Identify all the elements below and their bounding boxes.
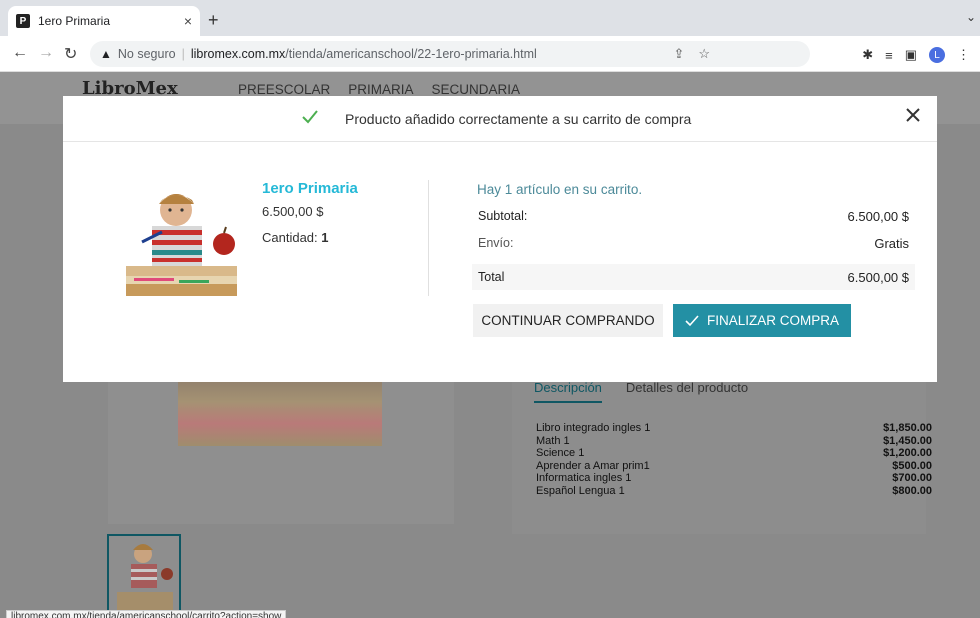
nav-preescolar[interactable]: PREESCOLAR [238, 82, 330, 97]
browser-tabbar: P 1ero Primaria × + ⌄ [0, 0, 980, 36]
shipping-label: Envío: [478, 236, 514, 250]
tab-search-chevron-icon[interactable]: ⌄ [966, 10, 976, 24]
total-value: 6.500,00 $ [847, 269, 909, 285]
checkout-check-icon [685, 314, 699, 326]
tab-title: 1ero Primaria [38, 14, 111, 28]
total-row: Total 6.500,00 $ [472, 264, 915, 290]
book-name: Aprender a Amar prim1 [536, 459, 650, 472]
forward-arrow-icon[interactable]: → [38, 44, 54, 62]
url-separator: | [181, 47, 185, 61]
browser-toolbar: ← → ↻ ▲ No seguro | libromex.com.mx /tie… [0, 36, 980, 72]
cart-count-text: Hay 1 artículo en su carrito. [477, 182, 643, 197]
book-name: Informatica ingles 1 [536, 472, 632, 484]
subtotal-value: 6.500,00 $ [847, 208, 909, 224]
product-photo [178, 372, 382, 446]
checkout-button[interactable]: FINALIZAR COMPRA [673, 304, 851, 337]
vertical-divider [428, 180, 429, 296]
tab-descripcion[interactable]: Descripción [534, 380, 602, 403]
book-price: $1,450.00 [883, 434, 932, 447]
subtotal-label: Subtotal: [478, 209, 528, 223]
bookmark-star-icon[interactable]: ☆ [698, 46, 710, 62]
book-row: Libro integrado ingles 1 $1,850.00 [536, 422, 932, 435]
quantity-value: 1 [321, 230, 329, 245]
status-bar-url: libromex.com.mx/tienda/americanschool/ca… [6, 610, 287, 618]
product-image [124, 180, 239, 296]
product-price: 6.500,00 $ [262, 204, 324, 219]
modal-header: Producto añadido correctamente a su carr… [63, 96, 937, 142]
book-list: Libro integrado ingles 1 $1,850.00 Math 1… [536, 422, 932, 497]
warning-icon: ▲ [100, 47, 112, 61]
book-price: $500.00 [892, 459, 932, 472]
nav-primaria[interactable]: PRIMARIA [348, 82, 413, 97]
profile-avatar-icon[interactable]: L [929, 47, 945, 63]
book-row: Math 1 $1,450.00 [536, 435, 932, 448]
security-label: No seguro [117, 47, 176, 61]
book-name: Math 1 [536, 434, 570, 447]
media-queue-icon[interactable]: ≡ [885, 48, 893, 63]
quantity-label: Cantidad: [262, 230, 318, 245]
book-price: $1,200.00 [883, 447, 932, 459]
shipping-value: Gratis [874, 235, 909, 251]
new-tab-icon[interactable]: + [208, 10, 219, 31]
book-row: Informatica ingles 1 $700.00 [536, 472, 932, 485]
book-row: Science 1 $1,200.00 [536, 447, 932, 460]
description-tabs: Descripción Detalles del producto [534, 380, 748, 403]
nav-secundaria[interactable]: SECUNDARIA [432, 82, 521, 97]
add-to-cart-modal: Producto añadido correctamente a su carr… [63, 96, 937, 382]
book-row: Español Lengua 1 $800.00 [536, 485, 932, 498]
address-bar[interactable]: ▲ No seguro | libromex.com.mx /tienda/am… [90, 41, 810, 67]
tab-detalles[interactable]: Detalles del producto [626, 380, 748, 403]
shipping-row: Envío: Gratis [472, 230, 915, 256]
share-icon[interactable]: ⇪ [673, 46, 684, 62]
url-host: libromex.com.mx [190, 47, 286, 61]
url-path: /tienda/americanschool/22-1ero-primaria.… [285, 47, 537, 61]
subtotal-row: Subtotal: 6.500,00 $ [472, 203, 915, 229]
modal-title: Producto añadido correctamente a su carr… [345, 111, 692, 127]
boy-reading-thumbnail-image [109, 536, 179, 616]
reload-icon[interactable]: ↻ [64, 44, 77, 64]
book-row: Aprender a Amar prim1 $500.00 [536, 460, 932, 473]
book-name: Español Lengua 1 [536, 484, 625, 497]
continue-shopping-button[interactable]: CONTINUAR COMPRANDO [473, 304, 663, 337]
extensions-puzzle-icon[interactable]: ✱ [862, 47, 873, 63]
total-label: Total [478, 270, 505, 284]
side-panel-icon[interactable]: ▣ [905, 47, 917, 63]
close-icon[interactable] [905, 107, 921, 123]
browser-tab[interactable]: P 1ero Primaria × [8, 6, 200, 36]
boy-reading-product-image [124, 180, 239, 296]
browser-menu-icon[interactable]: ⋮ [957, 47, 970, 63]
site-nav: PREESCOLAR PRIMARIA SECUNDARIA [238, 82, 520, 97]
product-thumbnail[interactable] [107, 534, 181, 618]
back-arrow-icon[interactable]: ← [12, 44, 28, 62]
site-favicon-icon: P [16, 14, 30, 28]
book-name: Science 1 [536, 447, 585, 459]
product-quantity: Cantidad: 1 [262, 230, 329, 245]
check-icon [302, 110, 318, 124]
omnibox-actions: ⇪ ☆ [673, 41, 710, 67]
book-price: $1,850.00 [883, 422, 932, 434]
book-name: Libro integrado ingles 1 [536, 422, 651, 434]
extension-icons: ✱ ≡ ▣ L ⋮ [862, 47, 970, 63]
book-price: $800.00 [892, 484, 932, 497]
book-price: $700.00 [892, 472, 932, 484]
product-name[interactable]: 1ero Primaria [262, 180, 358, 197]
tab-close-icon[interactable]: × [184, 13, 192, 29]
checkout-button-label: FINALIZAR COMPRA [706, 313, 839, 328]
